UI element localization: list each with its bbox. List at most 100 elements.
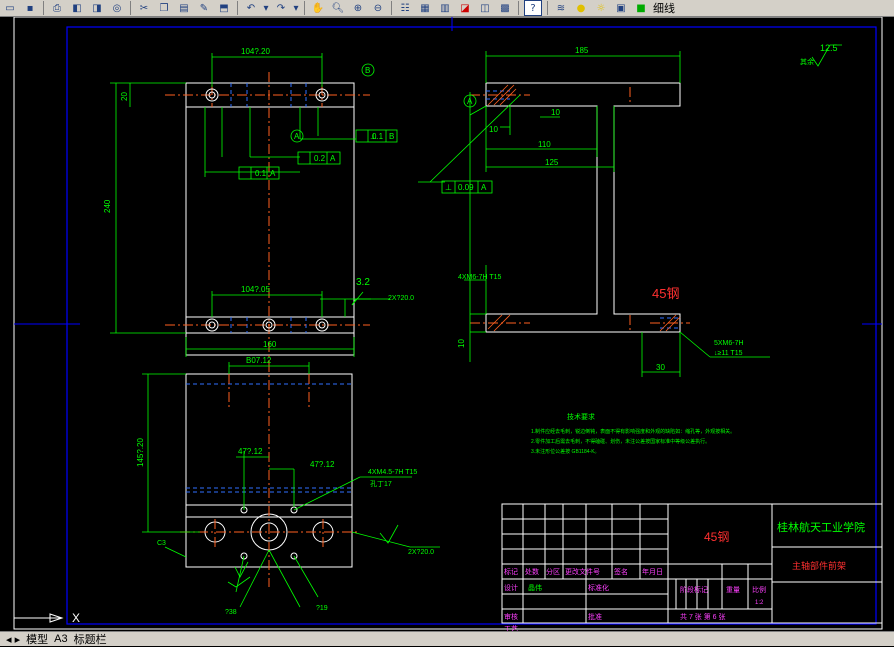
tol-perp-text: 0.09	[458, 183, 474, 192]
tol-par-a1-text: 0.2	[314, 154, 326, 163]
toolbar-separator	[130, 1, 131, 15]
lock-icon[interactable]: ▣	[613, 1, 629, 15]
undo-icon[interactable]: ↶	[243, 1, 259, 15]
part-name-text: 主轴部件前架	[792, 560, 846, 571]
tab-a3[interactable]: A3	[54, 633, 67, 645]
dim-110-text: 110	[538, 140, 551, 149]
plot-icon[interactable]: ◨	[89, 1, 105, 15]
thread-right-1-text: 5XM6-7H	[714, 340, 744, 347]
paste-icon[interactable]: ▤	[176, 1, 192, 15]
lineweight-label[interactable]: 细线	[653, 0, 675, 16]
toolbar-separator	[237, 1, 238, 15]
paint-icon[interactable]: ⬒	[216, 1, 232, 15]
folder-open-icon[interactable]: ▭	[2, 1, 18, 15]
side-datum-a-text: A	[467, 97, 473, 106]
front-center-lines	[165, 72, 370, 362]
label-weight: 重量	[726, 586, 740, 594]
datum-a-ref2-text: A	[270, 169, 276, 178]
hole-callout-text: 2X?20.0	[388, 295, 414, 302]
ucs-x-label: X	[72, 611, 80, 625]
dim-185-text: 185	[575, 46, 589, 55]
bottom-dim-top-text: B07.12	[246, 356, 272, 365]
dim-width-text: 160	[263, 340, 277, 349]
roughness-text: 3.2	[356, 277, 370, 288]
tech-line-2: 2.零件加工后需去毛刺，不得磕碰、划伤，未注公差按国家标准中等级公差执行。	[531, 438, 710, 445]
label-change-doc: 更改文件号	[565, 567, 600, 576]
bottom-thread2-text: 孔丁17	[370, 480, 392, 488]
chevron-down-icon[interactable]: ▾	[293, 1, 299, 15]
dim-10b-text: 10	[551, 108, 560, 117]
tol-perp-ref-text: A	[481, 183, 487, 192]
dim-10a-text: 10	[489, 125, 498, 134]
label-mark: 标记	[504, 567, 518, 576]
side-hidden-lines	[486, 90, 680, 329]
tab-nav-icon[interactable]: ◂ ▸	[6, 633, 20, 646]
drawing-canvas[interactable]: 104?.20 104?.05 240 20 160 0.1 B 0.2 A 0…	[0, 16, 894, 633]
tech-title: 技术要求	[567, 412, 595, 421]
calculator-icon[interactable]: ▩	[497, 1, 513, 15]
layer-icon[interactable]: ≋	[553, 1, 569, 15]
label-sheets: 共 7 张 第 6 张	[680, 612, 726, 621]
label-design: 设计	[504, 583, 518, 592]
cut-icon[interactable]: ✂	[136, 1, 152, 15]
chevron-down-icon[interactable]: ▾	[263, 1, 269, 15]
thread-right-2-text: ↓≥11 T15	[714, 350, 743, 357]
layer-color-icon[interactable]: ■	[633, 1, 649, 15]
label-sign: 签名	[614, 567, 628, 576]
tool-palette-icon[interactable]: ▥	[437, 1, 453, 15]
label-review: 审核	[504, 612, 518, 621]
dim-height-text: 240	[103, 199, 112, 213]
dim-top-text: 104?.20	[241, 47, 270, 56]
side-fcf	[441, 94, 493, 194]
datum-a-text: A	[294, 132, 300, 141]
print-icon[interactable]: ⎙	[49, 1, 65, 15]
roughness-corner-text: 12.5	[820, 43, 838, 53]
properties-icon[interactable]: ☷	[397, 1, 413, 15]
layout-tabs: ◂ ▸ 模型 A3 标题栏	[0, 631, 894, 646]
datum-b-text: B	[365, 66, 370, 75]
copy-icon[interactable]: ❐	[156, 1, 172, 15]
markup-icon[interactable]: ◫	[477, 1, 493, 15]
zoom-realtime-icon[interactable]: 🔍︎	[330, 1, 346, 15]
front-view	[185, 82, 355, 356]
save-icon[interactable]: ▪	[22, 1, 38, 15]
help-icon[interactable]: ?	[524, 0, 542, 16]
sheet-set-icon[interactable]: ◪	[457, 1, 473, 15]
label-scale: 比例	[752, 585, 766, 594]
design-center-icon[interactable]: ▦	[417, 1, 433, 15]
zoom-window-icon[interactable]: ⊕	[350, 1, 366, 15]
front-dimensions	[110, 53, 390, 357]
perpendicular-symbol: ⊥	[445, 183, 452, 192]
ucs-icon	[14, 613, 64, 623]
zoom-previous-icon[interactable]: ⊖	[370, 1, 386, 15]
label-approve: 批准	[588, 612, 602, 621]
sun-icon[interactable]: ☼	[593, 1, 609, 15]
roughness-corner-note: 其余	[800, 57, 814, 66]
bottom-labels: B07.12 145?.20 47?.12 47?.12 4XM4.5-7H T…	[136, 356, 434, 616]
title-material-text: 45钢	[704, 530, 729, 544]
bottom-dim-left-text: 145?.20	[136, 438, 145, 467]
datum-a-ref1-text: A	[330, 154, 336, 163]
print-preview-icon[interactable]: ◧	[69, 1, 85, 15]
bottom-dim-b-text: 47?.12	[310, 460, 335, 469]
toolbar-separator	[391, 1, 392, 15]
pan-icon[interactable]: ✋	[310, 1, 326, 15]
standard-toolbar: ▭ ▪ ⎙ ◧ ◨ ◎ ✂ ❐ ▤ ✎ ⬒ ↶ ▾ ↷ ▾ ✋ 🔍︎ ⊕ ⊖ ☷…	[0, 0, 894, 17]
lightbulb-icon[interactable]: ●	[573, 1, 589, 15]
datum-b-ref-text: B	[389, 132, 394, 141]
tech-line-1: 1.制件应经去毛刺，锐边倒钝，表面不得有影响强度和外观的缺陷如：缩孔等，外观按相…	[531, 428, 735, 435]
dim-30-text: 30	[656, 363, 665, 372]
match-properties-icon[interactable]: ✎	[196, 1, 212, 15]
chamfer-text: C3	[157, 540, 166, 547]
label-count: 处数	[525, 567, 539, 576]
publish-icon[interactable]: ◎	[109, 1, 125, 15]
toolbar-separator	[547, 1, 548, 15]
bottom-dim-a-text: 47?.12	[238, 447, 263, 456]
bottom-thread-text: 4XM4.5-7H T15	[368, 469, 417, 476]
dim-10c-text: 10	[457, 339, 466, 348]
material-red-text: 45钢	[652, 286, 679, 301]
diameter-38-text: ?38	[225, 609, 237, 616]
toolbar-separator	[43, 1, 44, 15]
scale-value: 1:2	[755, 600, 764, 606]
redo-icon[interactable]: ↷	[273, 1, 289, 15]
